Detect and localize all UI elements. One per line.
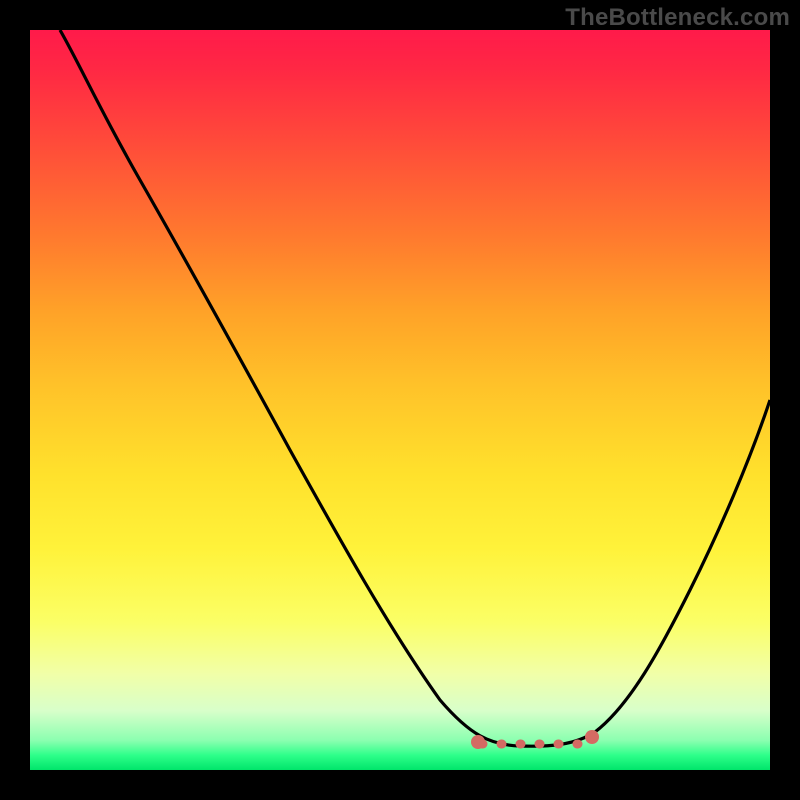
optimal-start-dot	[471, 735, 485, 749]
plot-area	[30, 30, 770, 770]
chart-frame: TheBottleneck.com	[0, 0, 800, 800]
watermark-text: TheBottleneck.com	[565, 4, 790, 32]
curve-path	[60, 30, 770, 746]
optimal-end-dot	[585, 730, 599, 744]
bottleneck-curve	[30, 30, 770, 770]
